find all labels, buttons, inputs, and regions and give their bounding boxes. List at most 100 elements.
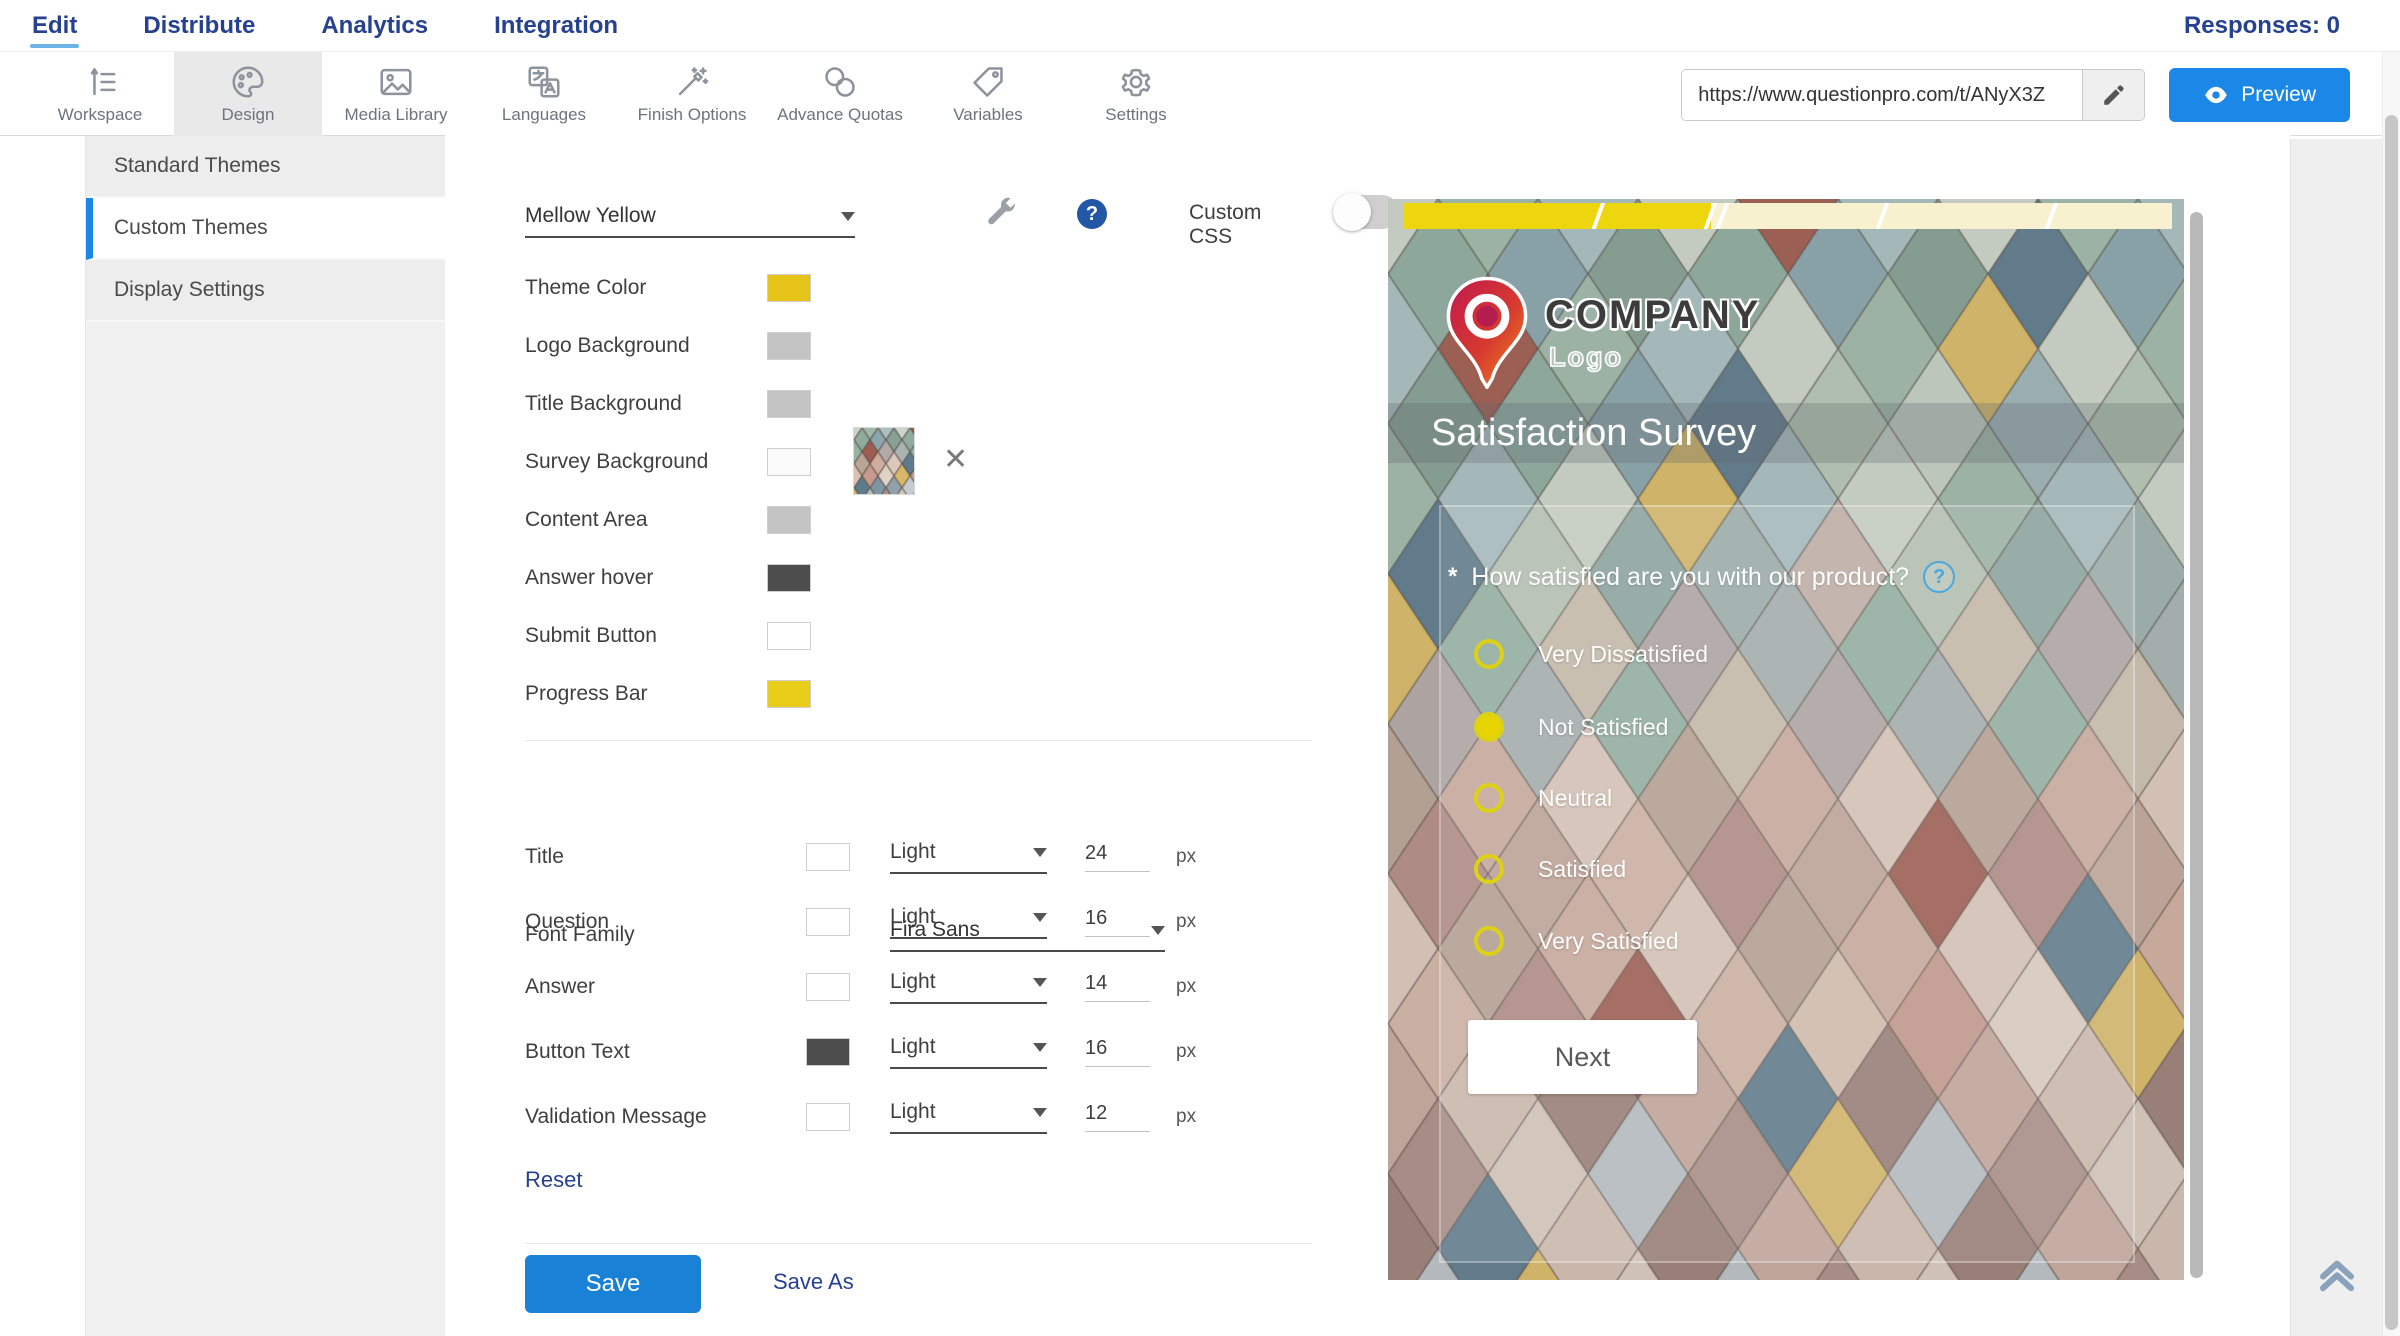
remove-background-icon[interactable]: ✕	[943, 445, 968, 475]
radio-icon[interactable]	[1474, 783, 1504, 813]
font-row-label: Answer	[525, 975, 806, 999]
survey-background-thumbnail[interactable]	[853, 427, 915, 495]
preview-button[interactable]: Preview	[2169, 68, 2350, 122]
next-button[interactable]: Next	[1468, 1020, 1697, 1094]
option-very-dissatisfied[interactable]: Very Dissatisfied	[1474, 632, 1708, 676]
right-strip	[2290, 139, 2382, 1336]
chevron-down-icon	[1033, 913, 1047, 922]
validation-size-input[interactable]	[1085, 1102, 1150, 1132]
responses-count: Responses: 0	[2184, 12, 2340, 40]
page-scrollbar-thumb[interactable]	[2385, 115, 2398, 1330]
progress-bar-swatch[interactable]	[767, 680, 811, 708]
option-label: Not Satisfied	[1538, 714, 1668, 741]
logo-background-swatch[interactable]	[767, 332, 811, 360]
button-text-weight-select[interactable]: Light	[890, 1035, 1047, 1069]
required-marker: *	[1448, 563, 1457, 591]
font-row-question: Question Light px	[525, 892, 1196, 952]
button-text-color-swatch[interactable]	[806, 1038, 850, 1066]
px-label: px	[1176, 846, 1196, 868]
tab-languages[interactable]: Languages	[470, 52, 618, 136]
question-size-input[interactable]	[1085, 907, 1150, 937]
question-font-color-swatch[interactable]	[806, 908, 850, 936]
option-very-satisfied[interactable]: Very Satisfied	[1474, 919, 1679, 963]
survey-title-band: Satisfaction Survey	[1388, 403, 2184, 463]
sidebar-item-custom-themes[interactable]: Custom Themes	[86, 198, 445, 260]
title-size-input[interactable]	[1085, 842, 1150, 872]
color-row-logo-background: Logo Background	[525, 317, 811, 375]
preview-scrollbar[interactable]	[2190, 212, 2203, 1278]
weight-value: Light	[890, 1035, 936, 1059]
question-weight-select[interactable]: Light	[890, 905, 1047, 939]
gear-icon	[1117, 63, 1155, 101]
color-row-label: Logo Background	[525, 334, 767, 358]
color-row-label: Progress Bar	[525, 682, 767, 706]
toggle-knob	[1333, 193, 1371, 231]
tab-settings[interactable]: Settings	[1062, 52, 1210, 136]
survey-background-swatch[interactable]	[767, 448, 811, 476]
reset-link[interactable]: Reset	[525, 1167, 582, 1193]
toolbar-tabs: Workspace Design Media Library Languages…	[26, 52, 1210, 136]
nav-integration[interactable]: Integration	[492, 8, 620, 44]
radio-icon[interactable]	[1474, 926, 1504, 956]
survey-url-input[interactable]	[1682, 70, 2082, 120]
nav-edit[interactable]: Edit	[30, 8, 79, 44]
answer-hover-swatch[interactable]	[767, 564, 811, 592]
survey-question: * How satisfied are you with our product…	[1448, 561, 1955, 593]
tab-label: Settings	[1105, 105, 1166, 125]
radio-icon[interactable]	[1474, 854, 1504, 884]
title-weight-select[interactable]: Light	[890, 840, 1047, 874]
radio-icon[interactable]	[1474, 639, 1504, 669]
answer-weight-select[interactable]: Light	[890, 970, 1047, 1004]
theme-color-swatch[interactable]	[767, 274, 811, 302]
tab-label: Advance Quotas	[777, 105, 903, 125]
divider	[525, 1243, 1312, 1244]
tab-workspace[interactable]: Workspace	[26, 52, 174, 136]
tab-finish-options[interactable]: Finish Options	[618, 52, 766, 136]
sidebar-item-display-settings[interactable]: Display Settings	[86, 260, 445, 322]
theme-edit-button[interactable]	[983, 195, 1019, 234]
validation-weight-select[interactable]: Light	[890, 1100, 1047, 1134]
survey-progress-bar	[1404, 203, 2172, 229]
page-scrollbar[interactable]	[2382, 52, 2400, 1336]
theme-select[interactable]: Mellow Yellow	[525, 204, 855, 238]
option-not-satisfied[interactable]: Not Satisfied	[1474, 705, 1668, 749]
help-icon[interactable]: ?	[1077, 199, 1107, 229]
top-nav: Edit Distribute Analytics Integration Re…	[0, 0, 2400, 52]
title-background-swatch[interactable]	[767, 390, 811, 418]
tab-label: Design	[222, 105, 275, 125]
option-neutral[interactable]: Neutral	[1474, 776, 1612, 820]
weight-value: Light	[890, 905, 936, 929]
answer-size-input[interactable]	[1085, 972, 1150, 1002]
chevron-down-icon	[1033, 848, 1047, 857]
scroll-to-top-button[interactable]	[2309, 1245, 2365, 1301]
divider	[525, 740, 1312, 741]
themes-sidebar: Standard Themes Custom Themes Display Se…	[85, 136, 445, 1336]
preview-button-label: Preview	[2241, 83, 2316, 107]
option-satisfied[interactable]: Satisfied	[1474, 847, 1626, 891]
nav-distribute[interactable]: Distribute	[141, 8, 257, 44]
button-text-size-input[interactable]	[1085, 1037, 1150, 1067]
color-row-label: Title Background	[525, 392, 767, 416]
tab-media-library[interactable]: Media Library	[322, 52, 470, 136]
color-row-survey-background: Survey Background ✕	[525, 433, 811, 491]
edit-url-button[interactable]	[2082, 70, 2144, 120]
content-area-swatch[interactable]	[767, 506, 811, 534]
color-row-title-background: Title Background	[525, 375, 811, 433]
nav-analytics[interactable]: Analytics	[319, 8, 430, 44]
color-row-label: Submit Button	[525, 624, 767, 648]
question-help-icon[interactable]: ?	[1923, 561, 1955, 593]
progress-separator	[2042, 203, 2059, 229]
weight-value: Light	[890, 1100, 936, 1124]
submit-button-swatch[interactable]	[767, 622, 811, 650]
validation-color-swatch[interactable]	[806, 1103, 850, 1131]
radio-icon[interactable]	[1474, 712, 1504, 742]
px-label: px	[1176, 976, 1196, 998]
tab-variables[interactable]: Variables	[914, 52, 1062, 136]
sidebar-item-standard-themes[interactable]: Standard Themes	[86, 136, 445, 198]
tab-advance-quotas[interactable]: Advance Quotas	[766, 52, 914, 136]
answer-font-color-swatch[interactable]	[806, 973, 850, 1001]
save-button[interactable]: Save	[525, 1255, 701, 1313]
title-font-color-swatch[interactable]	[806, 843, 850, 871]
tab-design[interactable]: Design	[174, 52, 322, 136]
save-as-link[interactable]: Save As	[773, 1269, 854, 1295]
